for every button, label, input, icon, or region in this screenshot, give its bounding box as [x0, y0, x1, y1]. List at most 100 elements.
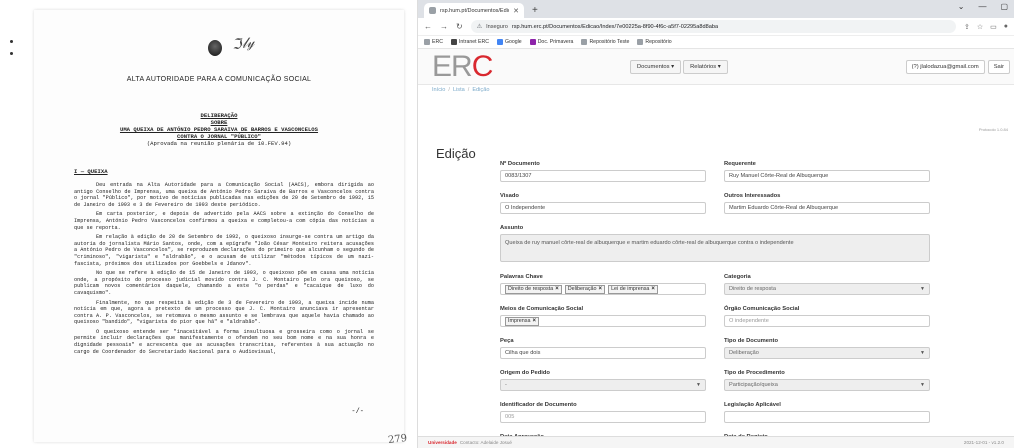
keyword-tag: Direito de resposta ×	[505, 284, 562, 294]
tab-bar: rsp.hum.pt/Documentos/Edicao ✕ + ⌄ — ▢	[418, 0, 1014, 18]
title-line: CONTRA O JORNAL "PÚBLICO"	[177, 133, 261, 140]
field-label: Origem do Pedido	[500, 370, 550, 376]
keyword-tag: Deliberação ×	[564, 284, 606, 294]
browser-tab[interactable]: rsp.hum.pt/Documentos/Edicao ✕	[424, 3, 524, 18]
breadcrumb-separator: /	[467, 87, 470, 93]
field-origem-pedido: Origem do Pedido - ▼	[500, 370, 706, 391]
n-documento-input[interactable]: 0083/1307	[500, 170, 706, 182]
minimize-button[interactable]: —	[978, 2, 986, 11]
sidepanel-icon[interactable]: ▭	[990, 23, 997, 31]
browser-window: rsp.hum.pt/Documentos/Edicao ✕ + ⌄ — ▢ ←…	[418, 0, 1014, 448]
forward-icon[interactable]: →	[440, 22, 448, 31]
logo-accent: C	[471, 49, 494, 83]
requerente-input[interactable]: Ruy Manuel Côrte-Real de Albuquerque	[724, 170, 930, 182]
field-meios: Meios de Comunicação Social Imprensa ×	[500, 306, 706, 327]
app-footer: Universidade Contacto: Adelaide Josué 20…	[418, 436, 1014, 448]
tag-label: Imprensa	[508, 318, 531, 324]
assunto-textarea[interactable]: Queixa de ruy manuel côrte-real de albuq…	[500, 234, 930, 262]
nav-relatorios[interactable]: Relatórios ▾	[683, 60, 728, 74]
breadcrumb-separator: /	[448, 87, 450, 93]
legislacao-input[interactable]	[724, 411, 930, 423]
field-label: Assunto	[500, 225, 524, 231]
orgao-input[interactable]: O independente	[724, 315, 930, 327]
chevron-down-icon: ▼	[920, 382, 925, 388]
outros-interessados-input[interactable]: Martim Eduardo Côrte-Real de Albuquerque	[724, 202, 930, 214]
remove-tag-icon[interactable]: ×	[599, 286, 603, 292]
document-title: DELIBERAÇÃO SOBRE UMA QUEIXA DE ANTÓNIO …	[64, 112, 374, 147]
nav-documentos[interactable]: Documentos ▾	[630, 60, 682, 74]
breadcrumb-inicio[interactable]: Início	[432, 87, 445, 95]
remove-tag-icon[interactable]: ×	[651, 286, 655, 292]
tab-search-icon[interactable]: ⌄	[958, 2, 965, 11]
paragraph: O queixoso entende ser "inaceitável a fo…	[74, 328, 374, 355]
bookmark-icon	[450, 39, 457, 45]
bookmark-item[interactable]: Repositório Teste	[581, 39, 629, 45]
close-tab-icon[interactable]: ✕	[513, 7, 519, 15]
bookmark-label: Google	[504, 39, 522, 45]
field-label: Nº Documento	[500, 161, 540, 167]
page-number: -/-	[351, 408, 364, 416]
media-tag: Imprensa ×	[505, 316, 539, 326]
peca-input[interactable]: Cilha que dois	[500, 347, 706, 359]
chevron-down-icon: ▼	[920, 286, 925, 292]
field-label: Outros Interessados	[724, 193, 781, 199]
identificador-input[interactable]: 005	[500, 411, 706, 423]
reload-icon[interactable]: ↻	[456, 22, 463, 31]
footer-version: 2021-12-01 - v1.2.0	[963, 440, 1004, 445]
page-title: Edição	[436, 146, 476, 161]
field-tipo-procedimento: Tipo de Procedimento Participação/queixa…	[724, 370, 930, 391]
field-label: Requerente	[724, 161, 756, 167]
breadcrumb-lista[interactable]: Lista	[453, 87, 465, 95]
select-value: Participação/queixa	[729, 382, 778, 388]
tipo-documento-select[interactable]: Deliberação ▼	[724, 347, 930, 359]
profile-icon[interactable]: ●	[1004, 23, 1008, 31]
bookmark-label: Doc. Primavera	[537, 39, 574, 45]
field-identificador: Identificador de Documento 005	[500, 402, 706, 423]
address-bar[interactable]: ⚠ Inseguro rsp.hum.erc.pt/Documentos/Edi…	[470, 20, 956, 33]
document-authority: ALTA AUTORIDADE PARA A COMUNICAÇÃO SOCIA…	[126, 76, 312, 83]
logo-text: ER	[432, 49, 473, 83]
bookmark-item[interactable]: Repositório	[637, 39, 672, 45]
paragraph: Em carta posterior, e depois de advertid…	[74, 211, 374, 231]
palavras-chave-input[interactable]: Direito de resposta × Deliberação × Lei de…	[500, 283, 706, 295]
select-value: -	[505, 382, 507, 388]
back-icon[interactable]: ←	[424, 22, 432, 31]
document-body: Deu entrada na Alta Autoridade para a Co…	[74, 182, 374, 358]
footer-brand: Universidade	[428, 440, 457, 445]
origem-pedido-select[interactable]: - ▼	[500, 379, 706, 391]
share-icon[interactable]: ⇪	[964, 23, 970, 31]
field-label: Visado	[500, 193, 519, 199]
bookmark-item[interactable]: Google	[496, 39, 522, 45]
maximize-button[interactable]: ▢	[1000, 2, 1008, 11]
meios-input[interactable]: Imprensa ×	[500, 315, 706, 327]
bookmark-label: Intranet ERC	[458, 39, 489, 45]
warning-icon: ⚠	[476, 24, 483, 30]
breadcrumb-edicao: Edição	[472, 87, 490, 93]
breadcrumb: Início / Lista / Edição	[418, 85, 1014, 97]
erc-logo[interactable]: ERC	[432, 49, 494, 85]
remove-tag-icon[interactable]: ×	[555, 286, 559, 292]
chevron-down-icon: ▼	[696, 382, 701, 388]
bookmark-item[interactable]: Doc. Primavera	[529, 39, 574, 45]
new-tab-button[interactable]: +	[532, 5, 538, 16]
tag-label: Lei de imprensa	[611, 286, 650, 292]
tipo-procedimento-select[interactable]: Participação/queixa ▼	[724, 379, 930, 391]
tab-title: rsp.hum.pt/Documentos/Edicao	[440, 7, 510, 14]
field-label: Identificador de Documento	[500, 402, 577, 408]
bookmark-item[interactable]: ERC	[424, 39, 443, 45]
field-visado: Visado O Independente	[500, 193, 706, 214]
favicon-icon	[429, 7, 436, 14]
field-palavras-chave: Palavras Chave Direito de resposta × Deli…	[500, 274, 706, 295]
logout-button[interactable]: Sair	[987, 60, 1010, 74]
star-icon[interactable]: ☆	[977, 23, 983, 31]
paragraph: Em relação à edição de 20 de Setembro de…	[74, 234, 374, 267]
user-email-button[interactable]: (?) jlalodazua@gmail.com	[905, 60, 985, 74]
handwritten-mark: 279	[387, 433, 408, 446]
field-label: Tipo de Procedimento	[724, 370, 785, 376]
remove-tag-icon[interactable]: ×	[532, 318, 536, 324]
visado-input[interactable]: O Independente	[500, 202, 706, 214]
categoria-select[interactable]: Direito de resposta ▼	[724, 283, 930, 295]
bookmark-item[interactable]: Intranet ERC	[450, 39, 489, 45]
field-orgao: Órgão Comunicação Social O independente	[724, 306, 930, 327]
chevron-down-icon: ▼	[920, 350, 925, 356]
